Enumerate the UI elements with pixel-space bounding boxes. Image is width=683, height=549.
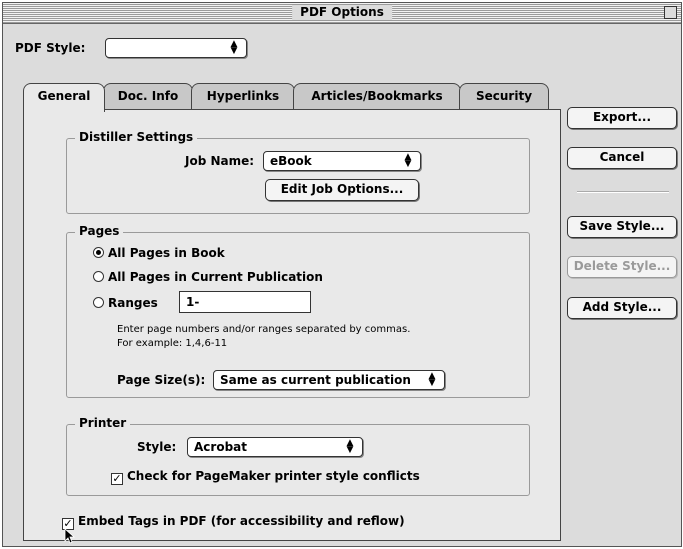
pages-group: Pages All Pages in Book All Pages in Cur…	[66, 224, 530, 398]
ranges-value: 1-	[186, 295, 200, 309]
ranges-input[interactable]: 1-	[179, 291, 311, 313]
radio-all-pages-book[interactable]: All Pages in Book	[93, 246, 225, 260]
cancel-button[interactable]: Cancel	[567, 147, 677, 169]
radio-all-pages-publication-label: All Pages in Current Publication	[108, 270, 323, 284]
printer-style-value: Acrobat	[194, 440, 247, 454]
ranges-hint-line2: For example: 1,4,6-11	[117, 338, 228, 349]
window-title: PDF Options	[292, 5, 392, 20]
job-name-select[interactable]: eBook ▲ ▼	[263, 151, 421, 171]
radio-empty-icon	[93, 297, 104, 308]
check-printer-conflicts-label: Check for PageMaker printer style confli…	[127, 469, 420, 483]
popup-arrows-icon: ▲ ▼	[230, 39, 238, 56]
pages-title: Pages	[75, 224, 124, 238]
pdf-options-window: PDF Options PDF Style: ▲ ▼ General Doc. I…	[2, 2, 682, 547]
printer-style-label: Style:	[137, 440, 177, 454]
add-style-button[interactable]: Add Style...	[567, 297, 677, 319]
page-size-value: Same as current publication	[220, 373, 411, 387]
distiller-settings-group: Distiller Settings Job Name: eBook ▲ ▼ Ed…	[66, 130, 530, 214]
tab-security[interactable]: Security	[459, 83, 549, 110]
zoom-box-icon[interactable]	[664, 6, 677, 19]
page-size-label: Page Size(s):	[117, 373, 206, 387]
printer-title: Printer	[75, 416, 131, 430]
export-button[interactable]: Export...	[567, 107, 677, 129]
tab-general[interactable]: General	[23, 83, 105, 112]
delete-style-button[interactable]: Delete Style...	[567, 256, 677, 278]
edit-job-options-button[interactable]: Edit Job Options...	[265, 179, 419, 201]
distiller-settings-title: Distiller Settings	[75, 130, 198, 144]
tab-hyperlinks[interactable]: Hyperlinks	[191, 83, 295, 110]
job-name-value: eBook	[270, 154, 312, 168]
check-embed-tags-label: Embed Tags in PDF (for accessibility and…	[78, 514, 405, 528]
radio-selected-icon	[93, 247, 104, 258]
button-separator	[577, 191, 669, 193]
tab-doc-info[interactable]: Doc. Info	[103, 83, 193, 110]
check-embed-tags[interactable]: ✓ Embed Tags in PDF (for accessibility an…	[62, 514, 405, 530]
general-panel: Distiller Settings Job Name: eBook ▲ ▼ Ed…	[23, 109, 561, 544]
page-size-select[interactable]: Same as current publication ▲ ▼	[213, 370, 445, 390]
pdf-style-select[interactable]: ▲ ▼	[105, 38, 247, 58]
radio-all-pages-publication[interactable]: All Pages in Current Publication	[93, 270, 323, 284]
popup-arrows-icon: ▲ ▼	[346, 438, 354, 455]
title-bar[interactable]: PDF Options	[3, 3, 681, 24]
pdf-style-label: PDF Style:	[15, 41, 86, 55]
popup-arrows-icon: ▲ ▼	[404, 152, 412, 169]
radio-ranges[interactable]: Ranges	[93, 296, 158, 310]
mouse-pointer-icon	[64, 528, 76, 544]
radio-ranges-label: Ranges	[108, 296, 158, 310]
printer-group: Printer Style: Acrobat ▲ ▼ ✓ Check for Pag…	[66, 416, 530, 496]
tab-articles-bookmarks[interactable]: Articles/Bookmarks	[293, 83, 461, 110]
popup-arrows-icon: ▲ ▼	[428, 371, 436, 388]
checkbox-checked-icon: ✓	[111, 472, 123, 485]
radio-empty-icon	[93, 271, 104, 282]
printer-style-select[interactable]: Acrobat ▲ ▼	[187, 437, 363, 457]
check-printer-conflicts[interactable]: ✓ Check for PageMaker printer style confl…	[111, 469, 420, 485]
ranges-hint-line1: Enter page numbers and/or ranges separat…	[117, 324, 411, 335]
save-style-button[interactable]: Save Style...	[567, 216, 677, 238]
job-name-label: Job Name:	[185, 154, 255, 168]
radio-all-pages-book-label: All Pages in Book	[108, 246, 225, 260]
